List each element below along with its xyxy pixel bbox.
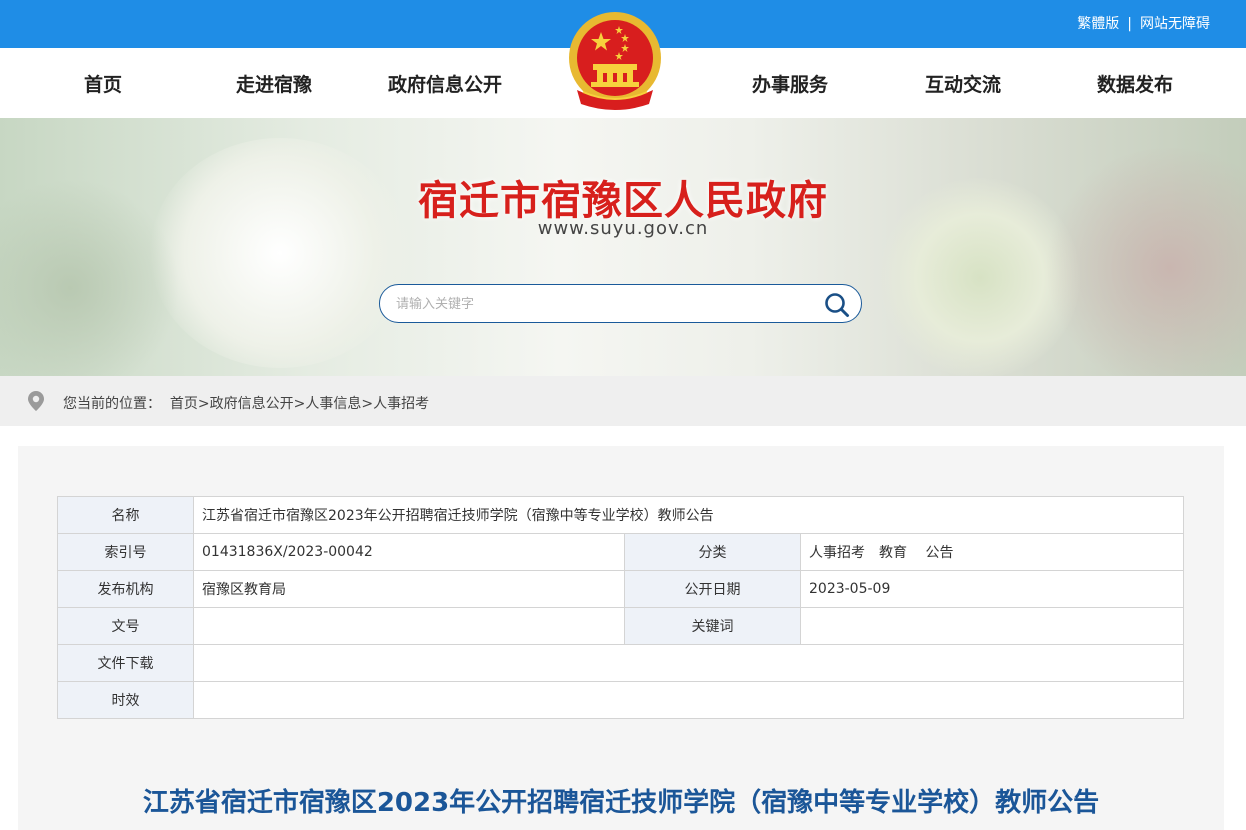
meta-keywords-label: 关键词	[624, 607, 801, 645]
breadcrumb-item-recruitment[interactable]: 人事招考	[373, 396, 429, 412]
nav-item-data[interactable]: 数据发布	[1097, 70, 1173, 97]
meta-index-value: 01431836X/2023-00042	[193, 533, 625, 571]
breadcrumb-prefix: 您当前的位置：	[63, 396, 161, 412]
accessibility-link[interactable]: 网站无障碍	[1140, 16, 1210, 32]
table-row: 时效	[57, 681, 1184, 719]
content-panel: 名称 江苏省宿迁市宿豫区2023年公开招聘宿迁技师学院（宿豫中等专业学校）教师公…	[18, 446, 1224, 830]
top-links: 繁體版 | 网站无障碍	[1077, 13, 1210, 33]
table-row: 名称 江苏省宿迁市宿豫区2023年公开招聘宿迁技师学院（宿豫中等专业学校）教师公…	[57, 496, 1184, 534]
meta-date-label: 公开日期	[624, 570, 801, 608]
article-title: 江苏省宿迁市宿豫区2023年公开招聘宿迁技师学院（宿豫中等专业学校）教师公告	[142, 788, 1100, 818]
table-row: 发布机构 宿豫区教育局 公开日期 2023-05-09	[57, 570, 1184, 608]
location-pin-icon	[28, 391, 44, 411]
meta-validity-label: 时效	[57, 681, 194, 719]
search-box	[379, 284, 862, 323]
meta-org-label: 发布机构	[57, 570, 194, 608]
document-meta-table: 名称 江苏省宿迁市宿豫区2023年公开招聘宿迁技师学院（宿豫中等专业学校）教师公…	[57, 496, 1184, 719]
traditional-chinese-link[interactable]: 繁體版	[1077, 16, 1119, 32]
nav-item-gov-info[interactable]: 政府信息公开	[388, 70, 502, 97]
meta-keywords-value	[800, 607, 1184, 645]
meta-validity-value	[193, 681, 1184, 719]
meta-name-label: 名称	[57, 496, 194, 534]
search-icon[interactable]	[823, 291, 851, 319]
breadcrumb-item-personnel-info[interactable]: 人事信息	[305, 396, 361, 412]
table-row: 文号 关键词	[57, 607, 1184, 645]
header-banner: 宿迁市宿豫区人民政府 www.suyu.gov.cn	[0, 118, 1246, 376]
meta-name-value: 江苏省宿迁市宿豫区2023年公开招聘宿迁技师学院（宿豫中等专业学校）教师公告	[193, 496, 1184, 534]
breadcrumb-text: 您当前的位置： 首页>政府信息公开>人事信息>人事招考	[63, 393, 429, 413]
national-emblem-icon[interactable]	[563, 8, 667, 118]
meta-org-value: 宿豫区教育局	[193, 570, 625, 608]
nav-item-interaction[interactable]: 互动交流	[925, 70, 1001, 97]
nav-item-home[interactable]: 首页	[84, 70, 122, 97]
meta-docno-value	[193, 607, 625, 645]
top-links-separator: |	[1127, 16, 1132, 32]
nav-item-services[interactable]: 办事服务	[752, 70, 828, 97]
meta-docno-label: 文号	[57, 607, 194, 645]
meta-category-value: 人事招考 教育 公告	[800, 533, 1184, 571]
site-url: www.suyu.gov.cn	[537, 218, 709, 239]
meta-category-label: 分类	[624, 533, 801, 571]
breadcrumb-separator: >	[293, 396, 306, 412]
meta-download-label: 文件下载	[57, 644, 194, 682]
meta-index-label: 索引号	[57, 533, 194, 571]
nav-item-about-suyu[interactable]: 走进宿豫	[236, 70, 312, 97]
breadcrumb-item-home[interactable]: 首页	[170, 396, 198, 412]
search-input[interactable]	[396, 294, 796, 314]
breadcrumb: 您当前的位置： 首页>政府信息公开>人事信息>人事招考	[0, 376, 1246, 426]
meta-download-value	[193, 644, 1184, 682]
breadcrumb-separator: >	[361, 396, 374, 412]
table-row: 索引号 01431836X/2023-00042 分类 人事招考 教育 公告	[57, 533, 1184, 571]
meta-date-value: 2023-05-09	[800, 570, 1184, 608]
table-row: 文件下载	[57, 644, 1184, 682]
breadcrumb-separator: >	[197, 396, 210, 412]
breadcrumb-item-gov-info[interactable]: 政府信息公开	[210, 396, 294, 412]
